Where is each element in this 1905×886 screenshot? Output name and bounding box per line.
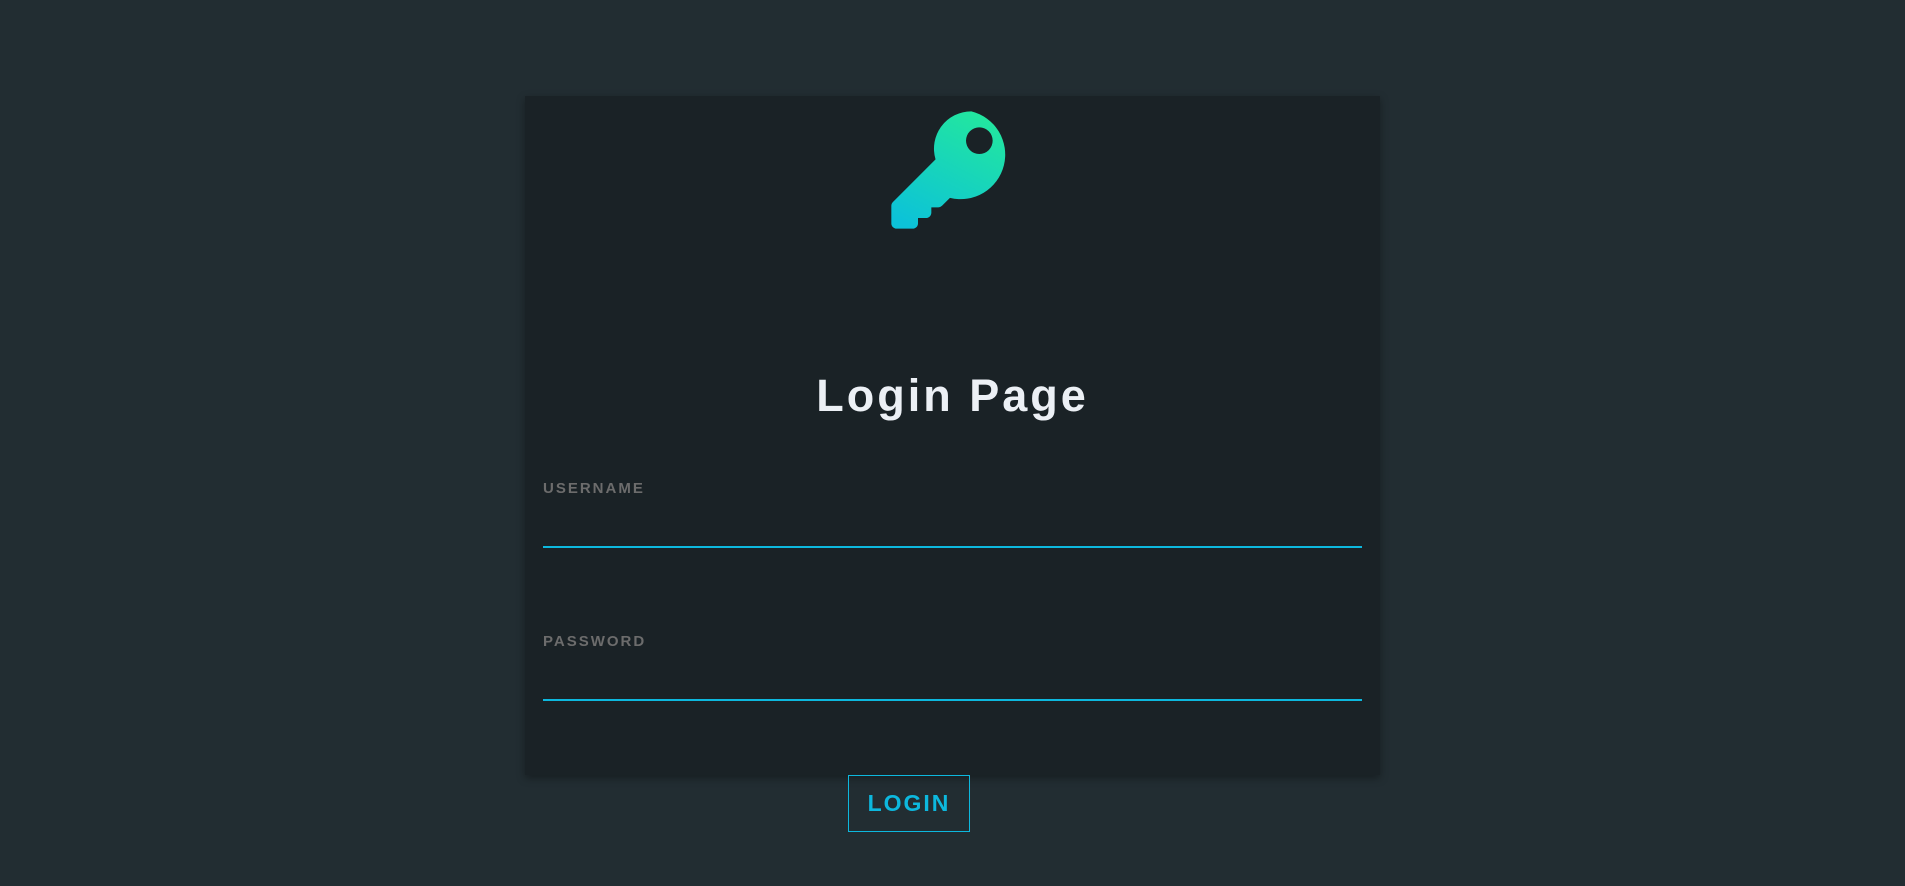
username-field-group: USERNAME [543,480,1362,548]
password-input[interactable] [543,659,1362,701]
header-logo [525,106,1380,234]
login-card: Login Page USERNAME PASSWORD LOGIN [525,96,1380,832]
login-button[interactable]: LOGIN [848,775,970,832]
username-input[interactable] [543,506,1362,548]
key-icon [891,111,1006,229]
password-field-group: PASSWORD [543,633,1362,701]
password-label: PASSWORD [543,633,647,650]
username-label: USERNAME [543,480,645,497]
page-title: Login Page [816,370,1089,421]
